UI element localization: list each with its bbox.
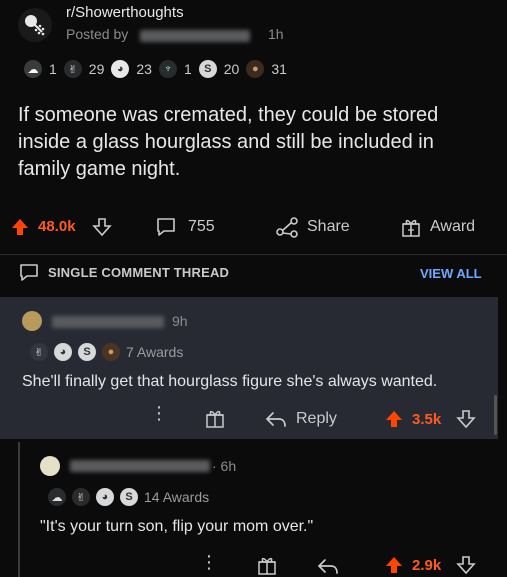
comment-time: 9h: [172, 313, 188, 329]
comment-body: "It's your turn son, flip your mom over.…: [40, 518, 314, 535]
share-label: Share: [307, 218, 350, 235]
downvote-button[interactable]: [456, 409, 476, 429]
award-silver-coin-icon: S: [78, 343, 96, 361]
reply-button[interactable]: Reply: [264, 409, 337, 429]
award-wholesome-icon: ◕: [54, 343, 72, 361]
upvote-icon: [386, 411, 402, 427]
more-options-button[interactable]: ⋮: [150, 404, 168, 422]
comment-icon: [20, 264, 38, 281]
redacted-username: [140, 30, 250, 42]
comment-awards[interactable]: ✌ ◕ S ● 7 Awards: [30, 343, 183, 361]
posted-by: Posted by: [66, 26, 128, 42]
reply-button[interactable]: [316, 556, 340, 576]
award-label: Award: [430, 218, 476, 235]
give-award-button[interactable]: [256, 554, 278, 576]
more-options-button[interactable]: ⋮: [200, 553, 218, 571]
comments-button[interactable]: [155, 216, 177, 238]
comment-body: She'll finally get that hourglass figure…: [22, 373, 438, 390]
single-thread-header: SINGLE COMMENT THREAD: [18, 262, 229, 282]
award-silver-icon: ✌: [63, 60, 82, 78]
award-silver-icon: ✌: [72, 488, 90, 506]
award-count: 29: [88, 61, 105, 77]
comment-icon: [157, 218, 175, 236]
award-silver-icon: ✌: [30, 343, 48, 361]
subreddit-name[interactable]: r/Showerthoughts: [66, 4, 184, 21]
award-angel-icon: ♆: [158, 60, 177, 78]
reply-label: Reply: [296, 410, 337, 427]
upvote-count: 48.0k: [38, 218, 76, 235]
upvote-button[interactable]: [384, 555, 404, 575]
award-count: 31: [271, 61, 287, 77]
upvote-icon: [12, 219, 28, 235]
reply-icon: [265, 412, 286, 427]
gift-icon: [258, 557, 276, 575]
share-icon: [276, 217, 298, 238]
post-awards[interactable]: ☁ 1 ✌ 29 ◕ 23 ♆ 1 S 20 ● 31: [24, 60, 287, 78]
award-count: 20: [223, 61, 240, 77]
shower-icon: [25, 15, 45, 36]
reply-icon: [317, 559, 338, 574]
award-button[interactable]: Award: [400, 216, 475, 238]
view-all-link[interactable]: VIEW ALL: [420, 266, 482, 281]
downvote-button[interactable]: [456, 555, 476, 575]
award-count: 1: [183, 61, 192, 77]
downvote-icon: [456, 556, 476, 575]
upvote-button[interactable]: [10, 217, 30, 237]
posted-by-label: Posted by: [66, 26, 129, 42]
award-count: 1: [49, 61, 57, 77]
award-poop-icon: ●: [102, 343, 120, 361]
redacted-username: [52, 316, 164, 328]
comment-awards[interactable]: ☁ ✌ ◕ S 14 Awards: [48, 488, 209, 506]
thread-line[interactable]: [18, 442, 20, 577]
avatar[interactable]: [22, 311, 42, 331]
downvote-icon: [456, 410, 476, 429]
awards-count-text: 7 Awards: [126, 344, 184, 360]
award-helpful-icon: ☁: [48, 488, 66, 506]
thread-header-label: SINGLE COMMENT THREAD: [48, 264, 230, 280]
downvote-button[interactable]: [92, 217, 112, 237]
award-helpful-icon: ☁: [24, 60, 42, 78]
award-silver-coin-icon: S: [120, 488, 138, 506]
downvote-icon: [92, 218, 112, 237]
comment-count: 755: [188, 218, 215, 235]
award-wholesome-icon: ◕: [96, 488, 114, 506]
post-title: If someone was cremated, they could be s…: [18, 104, 439, 180]
scrollbar[interactable]: [494, 395, 497, 435]
vote-count: 3.5k: [412, 411, 442, 428]
awards-count-text: 14 Awards: [144, 489, 210, 505]
avatar[interactable]: [40, 456, 60, 476]
post-action-bar: 48.0k 755 Share Award: [0, 212, 507, 242]
give-award-button[interactable]: [204, 407, 226, 429]
comment-time: · 6h: [212, 458, 237, 474]
gift-icon: [402, 219, 420, 237]
share-button[interactable]: Share: [275, 216, 350, 238]
highlighted-comment: 9h ✌ ◕ S ● 7 Awards She'll finally get t…: [0, 297, 498, 439]
upvote-icon: [386, 557, 402, 573]
vote-count: 2.9k: [412, 557, 442, 574]
gift-icon: [206, 410, 224, 428]
upvote-button[interactable]: [384, 409, 404, 429]
award-wholesome-icon: ◕: [111, 60, 130, 78]
redacted-username: [70, 460, 210, 472]
award-poop-icon: ●: [246, 60, 265, 78]
award-count: 23: [136, 61, 152, 77]
award-silver-coin-icon: S: [198, 60, 217, 78]
subreddit-icon[interactable]: [18, 8, 52, 42]
post-time: 1h: [268, 26, 284, 42]
divider: [0, 254, 507, 255]
